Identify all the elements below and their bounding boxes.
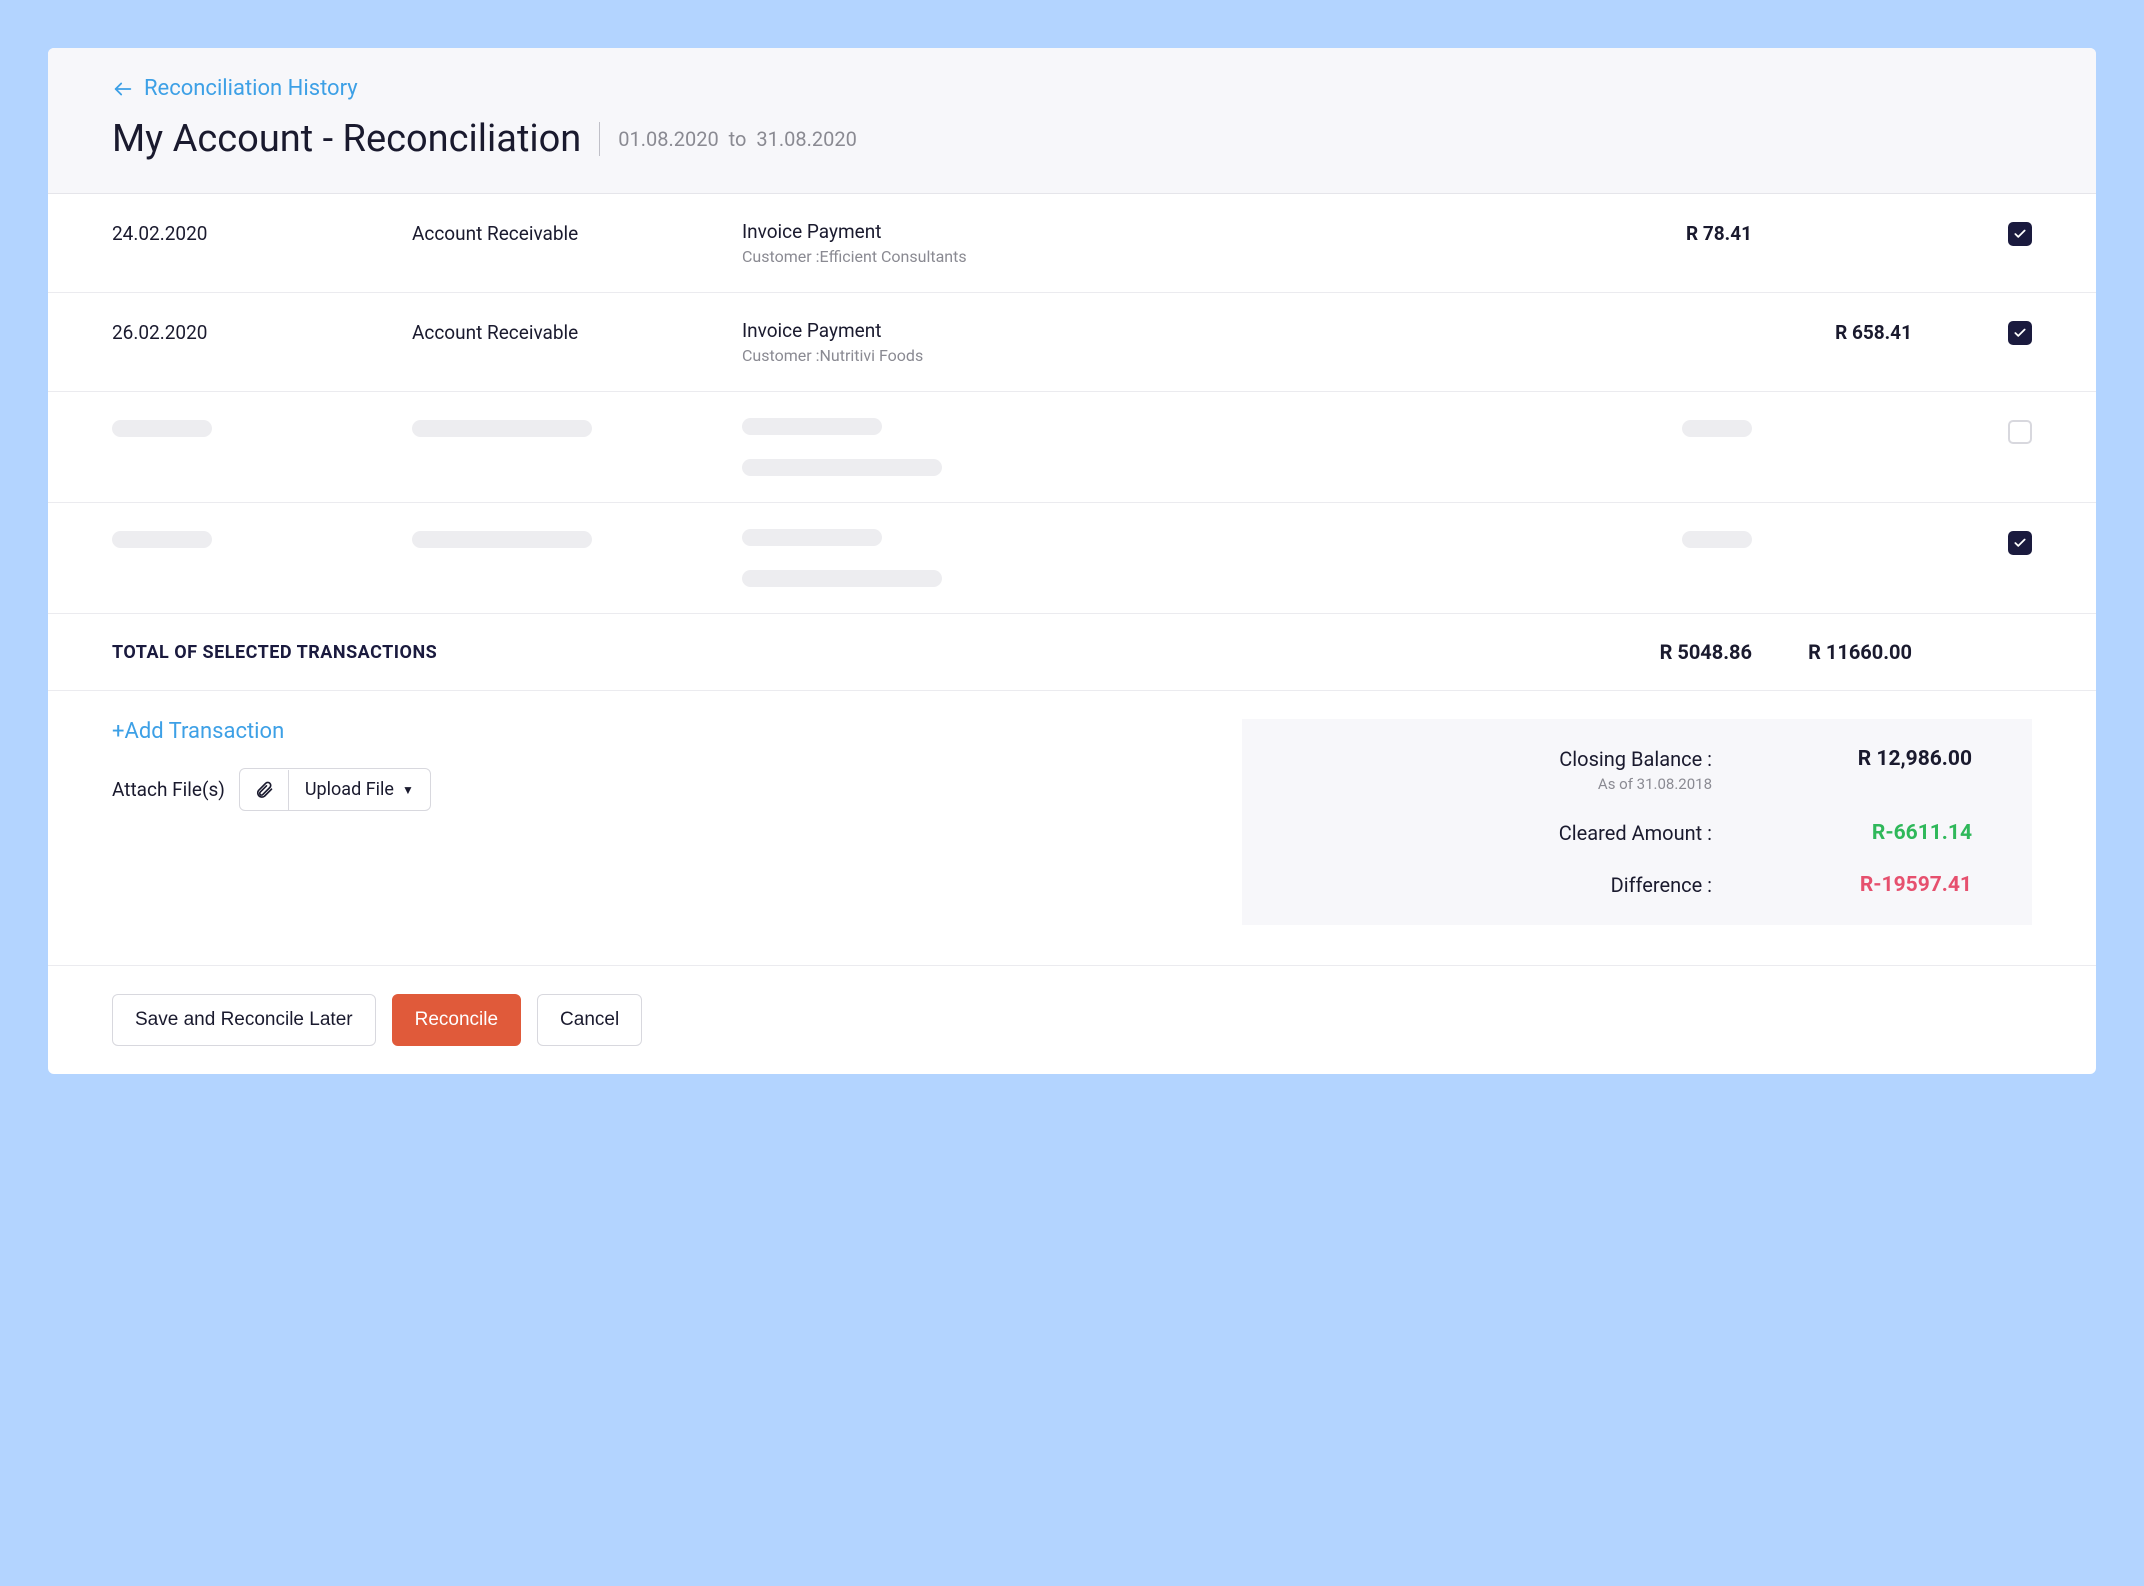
transaction-checkbox[interactable] [2008, 321, 2032, 345]
page-title: My Account - Reconciliation [112, 117, 581, 161]
header: Reconciliation History My Account - Reco… [48, 48, 2096, 194]
transaction-checkbox[interactable] [2008, 222, 2032, 246]
totals-amount-credit: R 11660.00 [1752, 640, 1912, 664]
back-link-label: Reconciliation History [144, 76, 358, 101]
totals-row: TOTAL OF SELECTED TRANSACTIONS R 5048.86… [48, 614, 2096, 691]
summary-row-difference: Difference : R-19597.41 [1302, 873, 1972, 897]
skeleton-cell [742, 418, 1592, 476]
transaction-row-loading [48, 392, 2096, 503]
upload-icon-part [240, 770, 289, 810]
transaction-row: 24.02.2020 Account Receivable Invoice Pa… [48, 194, 2096, 293]
summary-label-group: Closing Balance : As of 31.08.2018 [1302, 747, 1712, 793]
skeleton-cell [1592, 418, 1752, 437]
transaction-amount-credit: R 658.41 [1752, 319, 1912, 344]
date-to: 31.08.2020 [756, 127, 856, 151]
transaction-amount-credit [1752, 220, 1912, 222]
transaction-amount-debit [1592, 319, 1752, 321]
date-to-word: to [729, 127, 747, 151]
title-divider [599, 122, 600, 156]
upload-file-label: Upload File [305, 779, 394, 800]
transaction-row: 26.02.2020 Account Receivable Invoice Pa… [48, 293, 2096, 392]
add-transaction-link[interactable]: +Add Transaction [112, 719, 1202, 744]
transaction-check-cell [1912, 319, 2032, 345]
bottom-left: +Add Transaction Attach File(s) Upload F… [112, 719, 1202, 925]
caret-down-icon: ▼ [402, 783, 414, 797]
totals-amount-debit: R 5048.86 [1592, 640, 1752, 664]
summary-box: Closing Balance : As of 31.08.2018 R 12,… [1242, 719, 2032, 925]
transaction-desc-main: Invoice Payment [742, 319, 1592, 342]
transaction-desc-sub: Customer :Efficient Consultants [742, 247, 1592, 266]
summary-label-group: Difference : [1302, 873, 1712, 897]
summary-row-cleared: Cleared Amount : R-6611.14 [1302, 821, 1972, 845]
skeleton-cell [1592, 529, 1752, 548]
skeleton-cell [412, 529, 742, 548]
skeleton-cell [412, 418, 742, 437]
upload-text-part: Upload File ▼ [289, 769, 430, 810]
skeleton-cell [112, 529, 412, 548]
footer: Save and Reconcile Later Reconcile Cance… [48, 966, 2096, 1074]
reconciliation-panel: Reconciliation History My Account - Reco… [48, 48, 2096, 1074]
check-icon [2013, 227, 2027, 241]
attach-label: Attach File(s) [112, 778, 225, 801]
closing-balance-label: Closing Balance : [1302, 747, 1712, 771]
summary-label-group: Cleared Amount : [1302, 821, 1712, 845]
transaction-date: 24.02.2020 [112, 220, 412, 245]
transaction-desc-main: Invoice Payment [742, 220, 1592, 243]
cleared-amount-label: Cleared Amount : [1302, 821, 1712, 845]
back-link[interactable]: Reconciliation History [112, 76, 358, 101]
difference-label: Difference : [1302, 873, 1712, 897]
cleared-amount-value: R-6611.14 [1712, 821, 1972, 845]
transaction-date: 26.02.2020 [112, 319, 412, 344]
transaction-account: Account Receivable [412, 319, 742, 344]
difference-value: R-19597.41 [1712, 873, 1972, 897]
bottom-section: +Add Transaction Attach File(s) Upload F… [48, 691, 2096, 966]
upload-file-button[interactable]: Upload File ▼ [239, 768, 431, 811]
date-from: 01.08.2020 [618, 127, 718, 151]
transaction-checkbox[interactable] [2008, 531, 2032, 555]
arrow-left-icon [112, 78, 134, 100]
skeleton-cell [112, 418, 412, 437]
closing-balance-value: R 12,986.00 [1712, 747, 1972, 771]
skeleton-cell [1752, 418, 1912, 420]
date-range: 01.08.2020 to 31.08.2020 [618, 127, 857, 151]
transaction-amount-debit: R 78.41 [1592, 220, 1752, 245]
attach-row: Attach File(s) Upload File ▼ [112, 768, 1202, 811]
save-reconcile-later-button[interactable]: Save and Reconcile Later [112, 994, 376, 1046]
transaction-check-cell [1912, 220, 2032, 246]
skeleton-cell [742, 529, 1592, 587]
transaction-check-cell [1912, 529, 2032, 555]
transaction-description: Invoice Payment Customer :Nutritivi Food… [742, 319, 1592, 365]
transaction-checkbox[interactable] [2008, 420, 2032, 444]
totals-label: TOTAL OF SELECTED TRANSACTIONS [112, 642, 1592, 663]
paperclip-icon [254, 780, 274, 800]
closing-balance-sublabel: As of 31.08.2018 [1302, 775, 1712, 793]
cancel-button[interactable]: Cancel [537, 994, 642, 1046]
transaction-desc-sub: Customer :Nutritivi Foods [742, 346, 1592, 365]
skeleton-cell [1752, 529, 1912, 531]
summary-row-closing: Closing Balance : As of 31.08.2018 R 12,… [1302, 747, 1972, 793]
title-row: My Account - Reconciliation 01.08.2020 t… [112, 117, 2032, 161]
transaction-check-cell [1912, 418, 2032, 444]
reconcile-button[interactable]: Reconcile [392, 994, 521, 1046]
check-icon [2013, 536, 2027, 550]
transaction-description: Invoice Payment Customer :Efficient Cons… [742, 220, 1592, 266]
transaction-row-loading [48, 503, 2096, 614]
transaction-account: Account Receivable [412, 220, 742, 245]
check-icon [2013, 326, 2027, 340]
